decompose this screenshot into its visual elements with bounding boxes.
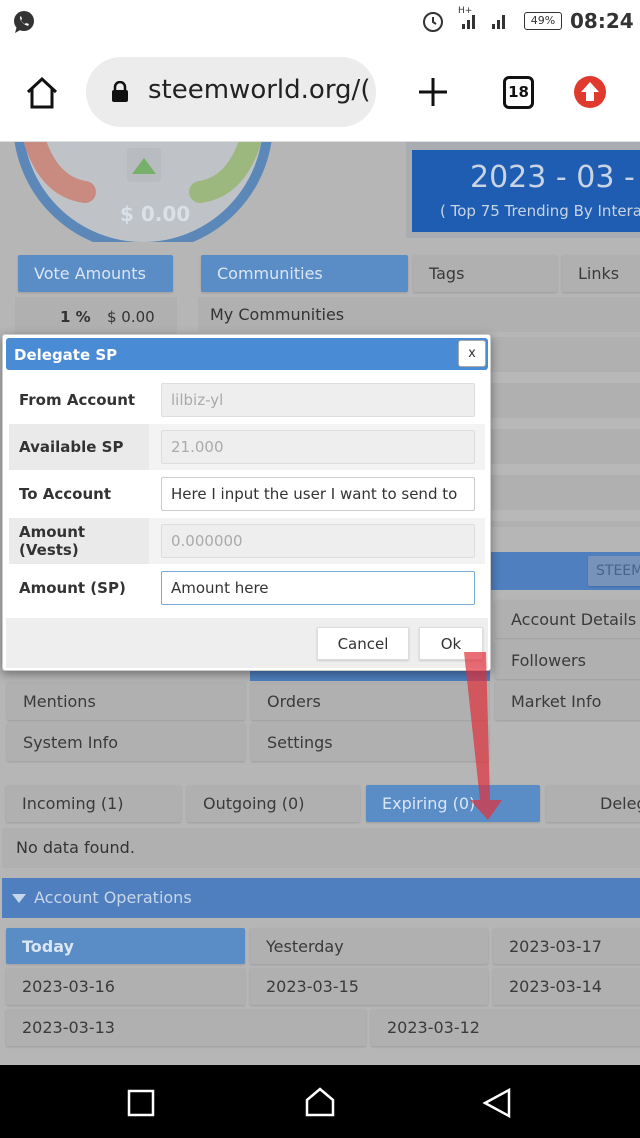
community-list (490, 337, 640, 527)
gauge-value: $ 0.00 (120, 202, 191, 226)
date-2023-03-17[interactable]: 2023-03-17 (493, 928, 640, 964)
clock: 08:24 (570, 9, 634, 33)
browser-toolbar: steemworld.org/( 18 (0, 45, 640, 142)
vote-gauge (14, 142, 272, 242)
from-account-field: lilbiz-yl (161, 383, 475, 417)
home-nav-icon[interactable] (304, 1086, 336, 1118)
to-account-input[interactable]: Here I input the user I want to send to (161, 477, 475, 511)
amount-vests-field: 0.000000 (161, 524, 475, 558)
vote-amount: $ 0.00 (107, 308, 155, 326)
menu-mentions[interactable]: Mentions (7, 682, 245, 720)
lock-icon (112, 81, 128, 102)
caret-down-icon (12, 894, 26, 903)
to-account-label: To Account (19, 485, 111, 503)
recent-apps-icon[interactable] (127, 1089, 155, 1117)
date-today[interactable]: Today (6, 928, 245, 964)
my-communities-row[interactable]: My Communities (198, 297, 640, 332)
tab-delegations[interactable]: Deleg (546, 785, 640, 822)
available-sp-row: Available SP 21.000 (9, 424, 485, 470)
date-banner: 2023 - 03 - 1 ( Top 75 Trending By Inter… (412, 150, 640, 232)
available-sp-field: 21.000 (161, 430, 475, 464)
back-icon[interactable] (482, 1087, 512, 1119)
from-account-row: From Account lilbiz-yl (9, 377, 485, 423)
steem-button[interactable]: STEEM (588, 556, 640, 586)
account-operations-header[interactable]: Account Operations (2, 878, 640, 918)
date-2023-03-14[interactable]: 2023-03-14 (493, 968, 640, 1005)
date-2023-03-13[interactable]: 2023-03-13 (6, 1009, 366, 1046)
update-icon[interactable] (573, 75, 607, 109)
signal-icon (462, 15, 505, 29)
banner-subtitle: ( Top 75 Trending By Intera (440, 202, 640, 220)
no-data-message: No data found. (2, 828, 640, 868)
vote-percent: 1 % (60, 308, 91, 326)
account-operations-title: Account Operations (34, 888, 192, 907)
status-bar: H+ 49% 08:24 (0, 0, 640, 45)
amount-sp-label: Amount (SP) (19, 579, 126, 597)
tab-incoming[interactable]: Incoming (1) (6, 785, 181, 822)
from-account-label: From Account (19, 391, 136, 409)
tab-tags[interactable]: Tags (413, 255, 557, 292)
tab-links[interactable]: Links (562, 255, 640, 292)
my-communities: My Communities (210, 305, 345, 324)
dialog-footer: Cancel Ok (6, 618, 488, 668)
amount-vests-label: Amount (Vests) (9, 518, 149, 564)
url-text: steemworld.org/( (148, 75, 371, 105)
home-icon[interactable] (24, 75, 60, 111)
dialog-title: Delegate SP (14, 346, 118, 364)
url-bar[interactable]: steemworld.org/( (86, 57, 376, 127)
tab-communities[interactable]: Communities (201, 255, 408, 292)
new-tab-icon[interactable] (416, 75, 450, 109)
dialog-header: Delegate SP (6, 338, 488, 370)
date-yesterday[interactable]: Yesterday (250, 928, 488, 964)
vote-row: 1 % $ 0.00 (15, 297, 177, 337)
date-2023-03-15[interactable]: 2023-03-15 (250, 968, 488, 1005)
date-2023-03-16[interactable]: 2023-03-16 (6, 968, 245, 1005)
close-button[interactable]: x (458, 340, 486, 367)
whatsapp-icon (14, 11, 34, 33)
tabs-icon[interactable]: 18 (503, 76, 534, 109)
tab-vote-amounts[interactable]: Vote Amounts (18, 255, 173, 292)
section-bar: STEEM (490, 552, 640, 590)
amount-sp-row: Amount (SP) Amount here (9, 565, 485, 611)
cancel-button[interactable]: Cancel (317, 627, 409, 660)
android-nav-bar (0, 1065, 640, 1138)
to-account-row: To Account Here I input the user I want … (9, 471, 485, 517)
amount-sp-input[interactable]: Amount here (161, 571, 475, 605)
banner-date: 2023 - 03 - 1 (470, 160, 640, 195)
battery-icon: 49% (524, 12, 562, 30)
amount-vests-row: Amount (Vests) 0.000000 (9, 518, 485, 564)
tab-outgoing[interactable]: Outgoing (0) (187, 785, 360, 822)
date-2023-03-12[interactable]: 2023-03-12 (371, 1009, 640, 1046)
delegate-sp-dialog: Delegate SP x From Account lilbiz-yl Ava… (2, 334, 491, 671)
menu-system-info[interactable]: System Info (7, 723, 245, 761)
red-arrow-annotation (464, 652, 502, 820)
available-sp-label: Available SP (9, 424, 149, 470)
alarm-icon (423, 12, 443, 32)
menu-account-details[interactable]: Account Details (495, 600, 640, 638)
